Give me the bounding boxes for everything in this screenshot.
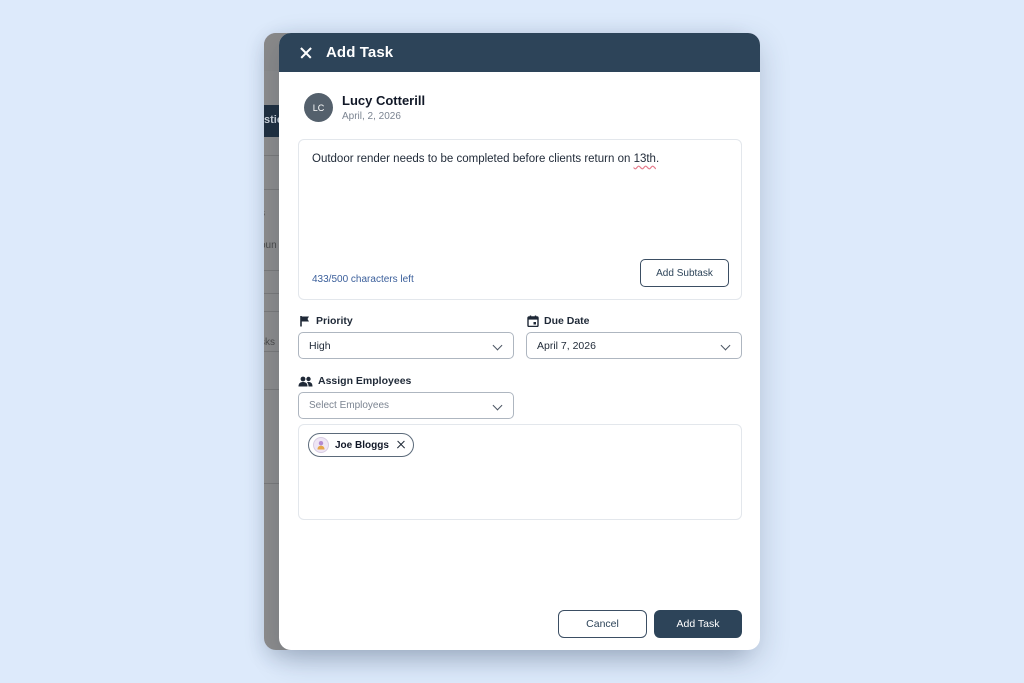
task-description-part: Outdoor render needs to be completed bef… (312, 153, 634, 165)
background-app-fragment: s (264, 208, 265, 219)
author-name: Lucy Cotterill (342, 93, 426, 108)
priority-value: High (309, 339, 331, 352)
background-app-fragment: sks (264, 337, 275, 348)
assign-employees-label: Assign Employees (298, 375, 411, 387)
avatar: LC (304, 93, 333, 122)
flag-icon (299, 315, 311, 327)
chevron-down-icon (492, 400, 503, 411)
due-date-label: Due Date (527, 315, 590, 327)
modal-title: Add Task (326, 44, 394, 61)
employees-select[interactable]: Select Employees (298, 392, 514, 419)
task-author: LC Lucy Cotterill April, 2, 2026 (304, 93, 425, 122)
people-icon (298, 376, 313, 387)
background-app-fragment: oun (264, 240, 277, 251)
priority-label: Priority (299, 315, 353, 327)
task-description-part: . (655, 153, 660, 165)
employee-chip: Joe Bloggs (308, 433, 414, 457)
employees-placeholder: Select Employees (309, 400, 390, 411)
assigned-employees-list: Joe Bloggs (298, 424, 742, 520)
priority-label-text: Priority (316, 315, 353, 327)
due-date-value: April 7, 2026 (537, 339, 596, 352)
task-description-text[interactable]: Outdoor render needs to be completed bef… (312, 153, 659, 165)
close-icon[interactable] (297, 44, 315, 62)
chevron-down-icon (492, 340, 503, 351)
modal-header: Add Task (279, 33, 760, 72)
employee-name: Joe Bloggs (335, 439, 389, 451)
remove-employee-icon[interactable] (395, 439, 407, 451)
calendar-icon (527, 315, 539, 327)
assign-employees-label-text: Assign Employees (318, 375, 412, 387)
add-task-modal: Add Task LC Lucy Cotterill April, 2, 202… (279, 33, 760, 650)
due-date-label-text: Due Date (544, 315, 590, 327)
misspelled-word: 13th (633, 153, 656, 165)
employee-avatar (313, 437, 329, 453)
task-description-textarea[interactable]: Outdoor render needs to be completed bef… (298, 139, 742, 300)
due-date-select[interactable]: April 7, 2026 (526, 332, 742, 359)
cancel-button[interactable]: Cancel (558, 610, 647, 638)
priority-select[interactable]: High (298, 332, 514, 359)
author-info: Lucy Cotterill April, 2, 2026 (342, 93, 425, 122)
chevron-down-icon (720, 340, 731, 351)
character-count: 433/500 characters left (312, 274, 414, 285)
author-date: April, 2, 2026 (342, 111, 401, 122)
add-task-button[interactable]: Add Task (654, 610, 742, 638)
add-subtask-button[interactable]: Add Subtask (640, 259, 729, 287)
